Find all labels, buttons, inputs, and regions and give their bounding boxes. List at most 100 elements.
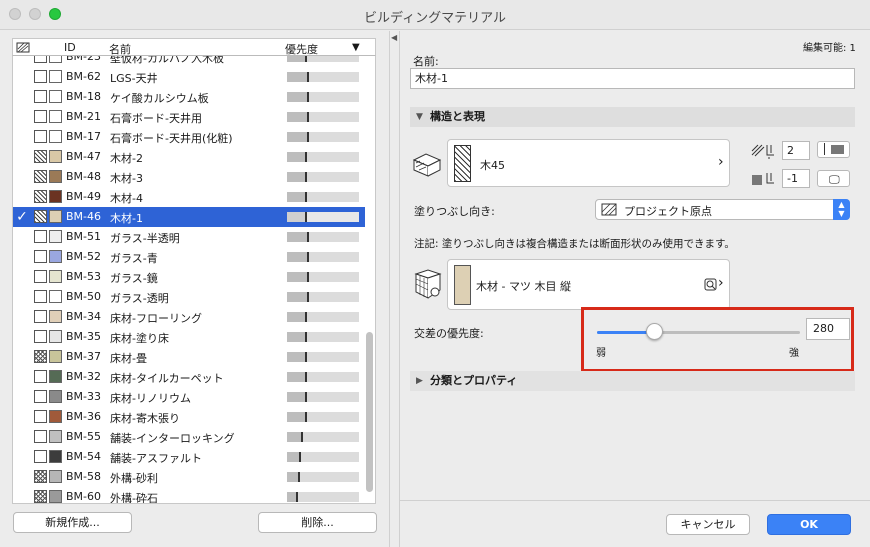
ok-button[interactable]: OK xyxy=(767,514,851,535)
fill-pattern-swatch xyxy=(34,290,47,303)
list-item[interactable]: ✓ BM-46 木材-1 xyxy=(13,207,365,227)
list-item[interactable]: BM-36 床材-寄木張り xyxy=(13,407,365,427)
section-classification-properties[interactable]: ▶ 分類とプロパティ xyxy=(410,371,855,391)
material-id: BM-49 xyxy=(66,190,102,203)
intersection-priority-label: 交差の優先度: xyxy=(414,327,484,340)
column-header-priority[interactable]: 優先度 xyxy=(285,41,318,57)
list-item[interactable]: BM-17 石膏ボード-天井用(化粧) xyxy=(13,127,365,147)
list-item[interactable]: BM-33 床材-リノリウム xyxy=(13,387,365,407)
priority-bar xyxy=(287,392,359,402)
list-header: ID 名前 優先度 ▼ xyxy=(12,38,376,56)
material-name-input[interactable]: 木材-1 xyxy=(410,68,855,89)
surface-color-swatch xyxy=(49,470,62,483)
priority-bar xyxy=(287,172,359,182)
materials-list[interactable]: BM-23 壁仮材-カルハノ入木板 BM-62 LGS-天井 BM-18 ケイ酸カルシウム… xyxy=(12,56,376,504)
disclosure-collapsed-icon: ▶ xyxy=(416,376,423,386)
material-name: 木材-2 xyxy=(110,152,143,165)
checkmark-icon xyxy=(15,488,29,503)
fill-pattern-swatch xyxy=(34,210,47,223)
fill-orientation-note: 注記: 塗りつぶし向きは複合構造または断面形状のみ使用できます。 xyxy=(414,238,735,250)
collapse-left-icon[interactable]: ◀ xyxy=(391,33,397,42)
checkmark-icon xyxy=(15,108,29,126)
material-id: BM-23 xyxy=(66,56,102,63)
checkmark-icon xyxy=(15,148,29,166)
list-item[interactable]: BM-62 LGS-天井 xyxy=(13,67,365,87)
priority-bar xyxy=(287,192,359,202)
priority-bar xyxy=(287,72,359,82)
priority-bar xyxy=(287,372,359,382)
priority-bar xyxy=(287,412,359,422)
section-structure-representation[interactable]: ▼ 構造と表現 xyxy=(410,107,855,127)
surface-color-swatch xyxy=(49,210,62,223)
material-id: BM-17 xyxy=(66,130,102,143)
list-item[interactable]: BM-23 壁仮材-カルハノ入木板 xyxy=(13,56,365,67)
surface-material-icon xyxy=(412,268,442,303)
priority-bar xyxy=(287,252,359,262)
list-item[interactable]: BM-21 石膏ボード-天井用 xyxy=(13,107,365,127)
list-item[interactable]: BM-60 外構-砕石 xyxy=(13,487,365,503)
priority-bar xyxy=(287,232,359,242)
list-item[interactable]: BM-18 ケイ酸カルシウム板 xyxy=(13,87,365,107)
material-name: 床材-畳 xyxy=(110,352,147,365)
chevron-right-icon: › xyxy=(718,275,724,291)
material-name: 木材-1 xyxy=(110,212,143,225)
list-item[interactable]: BM-54 舗装-アスファルト xyxy=(13,447,365,467)
list-item[interactable]: BM-50 ガラス-透明 xyxy=(13,287,365,307)
surface-material-name: 木材 - マツ 木目 縦 xyxy=(476,280,571,293)
fill-pattern-swatch xyxy=(34,190,47,203)
checkmark-icon: ✓ xyxy=(16,209,28,225)
fill-foreground-pen-input[interactable]: 2 xyxy=(782,141,810,160)
priority-value-input[interactable]: 280 xyxy=(806,318,850,340)
priority-slider-knob[interactable] xyxy=(645,323,663,340)
fill-orientation-select[interactable]: プロジェクト原点 ▲ ▼ xyxy=(595,199,850,220)
priority-bar xyxy=(287,112,359,122)
list-item[interactable]: BM-37 床材-畳 xyxy=(13,347,365,367)
surface-color-swatch xyxy=(49,110,62,123)
list-item[interactable]: BM-48 木材-3 xyxy=(13,167,365,187)
fill-pattern-swatch xyxy=(34,150,47,163)
fill-background-pen-input[interactable]: -1 xyxy=(782,169,810,188)
material-name: 木材-3 xyxy=(110,172,143,185)
chevron-right-icon: › xyxy=(718,154,724,170)
list-item[interactable]: BM-51 ガラス-半透明 xyxy=(13,227,365,247)
material-name: 床材-リノリウム xyxy=(110,392,191,405)
list-item[interactable]: BM-49 木材-4 xyxy=(13,187,365,207)
surface-color-swatch xyxy=(49,90,62,103)
cut-fill-name: 木45 xyxy=(480,159,505,172)
background-pen-icon xyxy=(751,171,777,190)
list-item[interactable]: BM-35 床材-塗り床 xyxy=(13,327,365,347)
pane-divider[interactable]: ◀ xyxy=(389,31,400,547)
material-name: 石膏ボード-天井用(化粧) xyxy=(110,132,233,145)
material-id: BM-32 xyxy=(66,370,102,383)
material-name: 床材-タイルカーペット xyxy=(110,372,224,385)
list-item[interactable]: BM-47 木材-2 xyxy=(13,147,365,167)
surface-material-selector[interactable]: 木材 - マツ 木目 縦 › xyxy=(447,259,730,310)
fill-line-type-button[interactable] xyxy=(817,141,850,158)
name-label: 名前: xyxy=(413,55,439,68)
surface-color-swatch xyxy=(49,150,62,163)
show-in-list-icon[interactable] xyxy=(16,40,30,57)
material-name: 石膏ボード-天井用 xyxy=(110,112,202,125)
checkmark-icon xyxy=(15,188,29,206)
delete-material-button[interactable]: 削除... xyxy=(258,512,377,533)
list-item[interactable]: BM-53 ガラス-鏡 xyxy=(13,267,365,287)
material-name: ガラス-半透明 xyxy=(110,232,180,245)
material-id: BM-46 xyxy=(66,210,102,223)
column-header-name[interactable]: 名前 xyxy=(109,41,131,57)
surface-color-swatch xyxy=(49,270,62,283)
list-item[interactable]: BM-34 床材-フローリング xyxy=(13,307,365,327)
cancel-button[interactable]: キャンセル xyxy=(666,514,750,535)
checkmark-icon xyxy=(15,228,29,246)
monitor-display-button[interactable]: 🖵 xyxy=(817,170,850,187)
cut-fill-selector[interactable]: 木45 › xyxy=(447,139,730,187)
sort-descending-icon[interactable]: ▼ xyxy=(352,42,360,53)
list-scrollbar[interactable] xyxy=(366,332,373,492)
list-item[interactable]: BM-55 舗装-インターロッキング xyxy=(13,427,365,447)
list-item[interactable]: BM-58 外構-砂利 xyxy=(13,467,365,487)
list-item[interactable]: BM-32 床材-タイルカーペット xyxy=(13,367,365,387)
material-name: ガラス-透明 xyxy=(110,292,169,305)
column-header-id[interactable]: ID xyxy=(64,41,76,54)
list-item[interactable]: BM-52 ガラス-青 xyxy=(13,247,365,267)
new-material-button[interactable]: 新規作成... xyxy=(13,512,132,533)
checkmark-icon xyxy=(15,408,29,426)
